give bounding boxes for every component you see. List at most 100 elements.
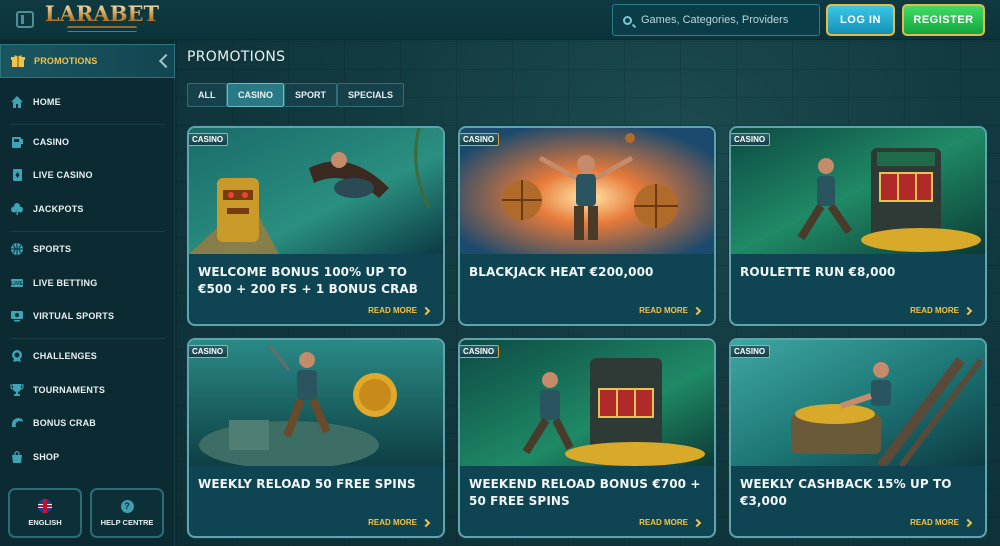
promo-image [731,340,985,466]
chevron-right-icon [421,518,431,527]
sidebar-divider [10,124,165,125]
medal-icon [10,349,24,363]
promo-title: WEEKLY RELOAD 50 FREE SPINS [198,477,416,491]
filter-tab-casino[interactable]: CASINO [227,83,285,107]
read-more-label: READ MORE [368,518,417,527]
shop-bag-icon [10,450,24,464]
gift-icon [11,54,25,68]
sidebar-item-sports[interactable]: SPORTS [0,233,175,265]
promo-title: WEEKEND RELOAD BONUS €700 + 50 FREE SPIN… [469,477,701,508]
sidebar-item-live-betting[interactable]: LIVE LIVE BETTING [0,267,175,299]
live-icon: LIVE [10,276,24,290]
top-bar: LARABET LOG IN REGISTER [0,0,1000,40]
sidebar-item-label: JACKPOTS [33,204,84,214]
read-more-link[interactable]: READ MORE [910,518,973,527]
promo-card[interactable]: CASINO WELCOME BONUS 100% UP TO €500 + 2… [187,126,445,326]
sidebar-item-jackpots[interactable]: JACKPOTS [0,193,175,225]
promo-title: BLACKJACK HEAT €200,000 [469,265,654,279]
promo-image [460,340,714,466]
ball-icon [10,242,24,256]
read-more-link[interactable]: READ MORE [639,518,702,527]
sidebar-item-label: PROMOTIONS [34,56,98,66]
sidebar-item-label: LIVE BETTING [33,278,98,288]
search-icon [623,15,632,25]
chevron-right-icon [692,518,702,527]
search-box[interactable] [612,4,820,36]
logo[interactable]: LARABET [45,3,159,35]
promo-image [189,128,443,254]
sidebar-item-virtual-sports[interactable]: VIRTUAL SPORTS [0,300,175,332]
read-more-link[interactable]: READ MORE [910,306,973,315]
login-button[interactable]: LOG IN [826,4,895,36]
trophy-icon [10,383,24,397]
read-more-link[interactable]: READ MORE [368,306,431,315]
search-input[interactable] [641,14,811,26]
logo-ornament [67,26,137,32]
promo-image [731,128,985,254]
sidebar-item-label: LIVE CASINO [33,170,93,180]
sidebar-item-challenges[interactable]: CHALLENGES [0,340,175,372]
clover-icon [10,202,24,216]
sidebar-item-label: CHALLENGES [33,351,98,361]
sidebar-item-tournaments[interactable]: TOURNAMENTS [0,374,175,406]
category-badge: CASINO [731,345,771,358]
sidebar-toggle-icon[interactable] [16,11,34,28]
sidebar-item-casino[interactable]: CASINO [0,126,175,158]
logo-text: LARABET [44,1,160,26]
language-label: ENGLISH [28,518,62,527]
sidebar-item-home[interactable]: HOME [0,86,175,118]
chevron-right-icon [421,306,431,315]
svg-text:LIVE: LIVE [11,281,23,287]
sidebar-item-live-casino[interactable]: LIVE CASINO [0,159,175,191]
filter-tab-all[interactable]: ALL [187,83,227,107]
promo-card[interactable]: CASINO WEEKEND RELOAD BONUS €700 + 50 FR… [458,338,716,538]
sidebar-divider [10,338,165,339]
promo-card[interactable]: CASINO ROULETTE RUN €8,000 READ MORE [729,126,987,326]
category-badge: CASINO [731,133,771,146]
page-title: PROMOTIONS [187,49,286,65]
sidebar-item-shop[interactable]: SHOP [0,441,175,473]
read-more-label: READ MORE [368,306,417,315]
sidebar-item-label: HOME [33,97,61,107]
monitor-icon [10,309,24,323]
home-icon [10,95,24,109]
promo-title: ROULETTE RUN €8,000 [740,265,896,279]
sidebar-item-label: SHOP [33,452,60,462]
sidebar-item-label: BONUS CRAB [33,418,97,428]
sidebar-divider [10,231,165,232]
promo-card[interactable]: CASINO WEEKLY CASHBACK 15% UP TO €3,000 … [729,338,987,538]
uk-flag-icon [38,499,52,513]
read-more-label: READ MORE [910,306,959,315]
help-icon: ? [120,499,134,513]
chevron-right-icon [963,518,973,527]
promo-title: WELCOME BONUS 100% UP TO €500 + 200 FS +… [198,265,419,296]
register-button[interactable]: REGISTER [902,4,985,36]
sidebar-item-label: SPORTS [33,244,72,254]
main-content: PROMOTIONS ALL CASINO SPORT SPECIALS CAS… [176,40,1000,546]
sidebar-item-bonus-crab[interactable]: BONUS CRAB [0,407,175,439]
read-more-label: READ MORE [639,306,688,315]
category-badge: CASINO [460,345,500,358]
filter-tab-specials[interactable]: SPECIALS [337,83,405,107]
casino-icon [10,135,24,149]
sidebar: PROMOTIONS HOME CASINO LIVE CASINO JACKP… [0,40,175,546]
sidebar-item-label: VIRTUAL SPORTS [33,311,115,321]
category-badge: CASINO [189,345,229,358]
read-more-link[interactable]: READ MORE [368,518,431,527]
sidebar-item-promotions[interactable]: PROMOTIONS [0,44,175,78]
cards-icon [10,168,24,182]
filter-tab-sport[interactable]: SPORT [284,83,338,107]
language-button[interactable]: ENGLISH [8,488,82,538]
chevron-right-icon [963,306,973,315]
promo-card[interactable]: CASINO BLACKJACK HEAT €200,000 READ MORE [458,126,716,326]
sidebar-item-label: TOURNAMENTS [33,385,106,395]
read-more-link[interactable]: READ MORE [639,306,702,315]
crab-icon [10,416,24,430]
help-centre-button[interactable]: ? HELP CENTRE [90,488,164,538]
help-label: HELP CENTRE [100,517,154,527]
read-more-label: READ MORE [910,518,959,527]
read-more-label: READ MORE [639,518,688,527]
promo-card[interactable]: CASINO WEEKLY RELOAD 50 FREE SPINS READ … [187,338,445,538]
promo-image [460,128,714,254]
category-badge: CASINO [189,133,229,146]
